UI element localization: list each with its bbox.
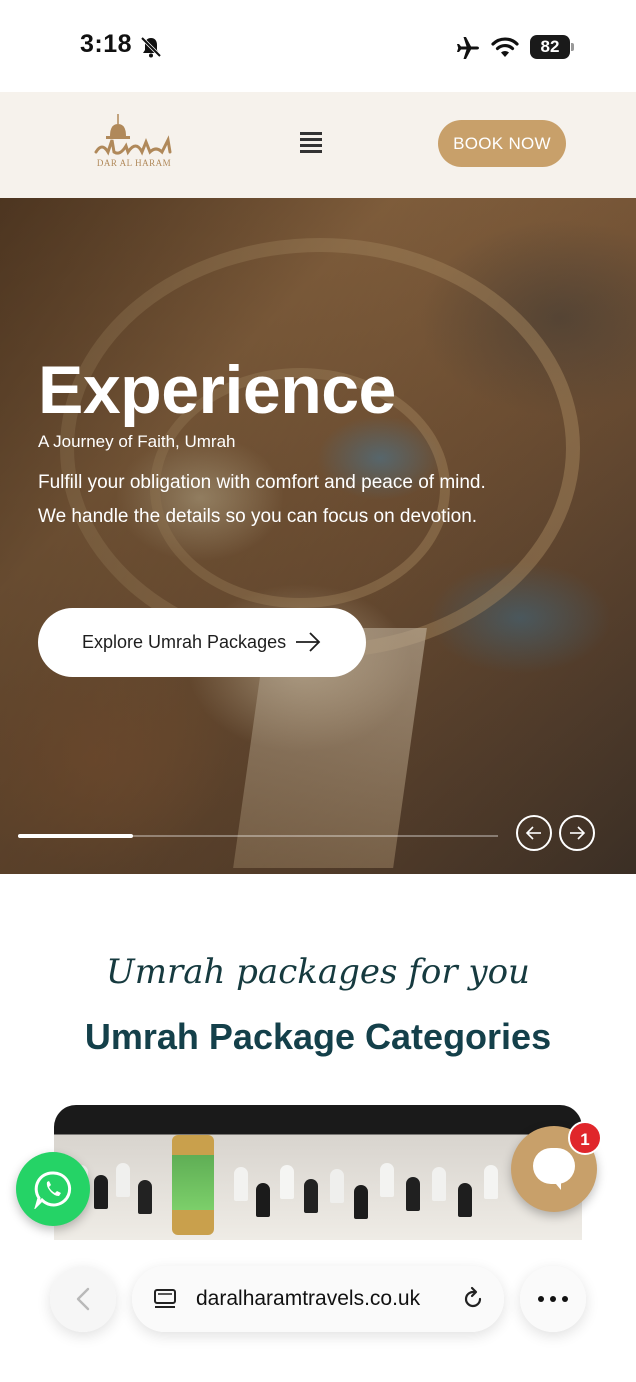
crowd-figure	[138, 1180, 152, 1214]
chevron-left-icon	[76, 1287, 90, 1311]
crowd-figure	[354, 1185, 368, 1219]
status-bar: 3:18 82	[0, 0, 636, 92]
hero-overlay	[0, 198, 636, 874]
more-dot	[550, 1296, 556, 1302]
crowd-figure	[304, 1179, 318, 1213]
more-dots-icon[interactable]	[520, 1266, 586, 1332]
chat-notification-badge: 1	[568, 1121, 602, 1155]
more-dot	[538, 1296, 544, 1302]
hamburger-line	[300, 132, 322, 135]
crowd-figure	[330, 1169, 344, 1203]
hamburger-line	[300, 144, 322, 147]
slider-prev-button[interactable]	[516, 815, 552, 851]
slider-progress	[18, 834, 498, 838]
crowd-figure	[234, 1167, 248, 1201]
crowd-figure	[458, 1183, 472, 1217]
hero-kicker: A Journey of Faith, Umrah	[38, 432, 236, 451]
whatsapp-icon	[34, 1171, 72, 1209]
battery-icon: 82	[530, 35, 574, 59]
battery-level: 82	[530, 35, 570, 59]
explore-packages-label: Explore Umrah Packages	[82, 632, 287, 652]
crowd-figure	[406, 1177, 420, 1211]
crowd-figure	[116, 1163, 130, 1197]
crowd-figure	[280, 1165, 294, 1199]
arrow-right-icon	[570, 826, 586, 840]
book-now-button[interactable]: BOOK NOW	[438, 120, 566, 167]
battery-cap	[571, 43, 574, 51]
browser-back-button[interactable]	[50, 1266, 116, 1332]
hamburger-line	[300, 138, 322, 141]
packages-script-heading: Umrah packages for you	[106, 952, 530, 992]
slider-next-button[interactable]	[559, 815, 595, 851]
lantern-image	[172, 1135, 214, 1235]
hamburger-line	[300, 150, 322, 153]
logo[interactable]	[92, 112, 176, 180]
whatsapp-button[interactable]	[16, 1152, 90, 1226]
crowd-figure	[94, 1175, 108, 1209]
hero-description: Fulfill your obligation with comfort and…	[38, 472, 486, 527]
wifi-icon	[491, 37, 519, 57]
bell-slash-icon	[140, 36, 162, 58]
chat-bubble-tail	[551, 1178, 561, 1190]
crowd-figure	[256, 1183, 270, 1217]
slider-progress-fill	[18, 834, 133, 838]
package-category-card-image[interactable]	[54, 1105, 582, 1240]
hero-title: Experience	[38, 352, 396, 428]
packages-heading: Umrah Package Categories	[84, 1016, 552, 1057]
url-text: daralharamtravels.co.uk	[196, 1287, 421, 1310]
hero-slider	[0, 198, 636, 874]
arrow-left-icon	[525, 826, 541, 840]
airplane-icon	[457, 37, 479, 59]
crowd-figure	[380, 1163, 394, 1197]
crowd-figure	[484, 1165, 498, 1199]
status-time: 3:18	[80, 30, 133, 58]
hamburger-icon[interactable]	[300, 132, 322, 154]
more-dot	[562, 1296, 568, 1302]
crowd-figure	[432, 1167, 446, 1201]
site-settings-icon[interactable]	[152, 1286, 178, 1312]
arrow-right-icon	[296, 632, 321, 652]
explore-packages-button[interactable]: Explore Umrah Packages	[38, 608, 366, 677]
logo-text: DAR AL HARAM	[96, 158, 172, 168]
reload-icon[interactable]	[460, 1286, 486, 1312]
address-bar[interactable]: daralharamtravels.co.uk	[132, 1266, 504, 1332]
